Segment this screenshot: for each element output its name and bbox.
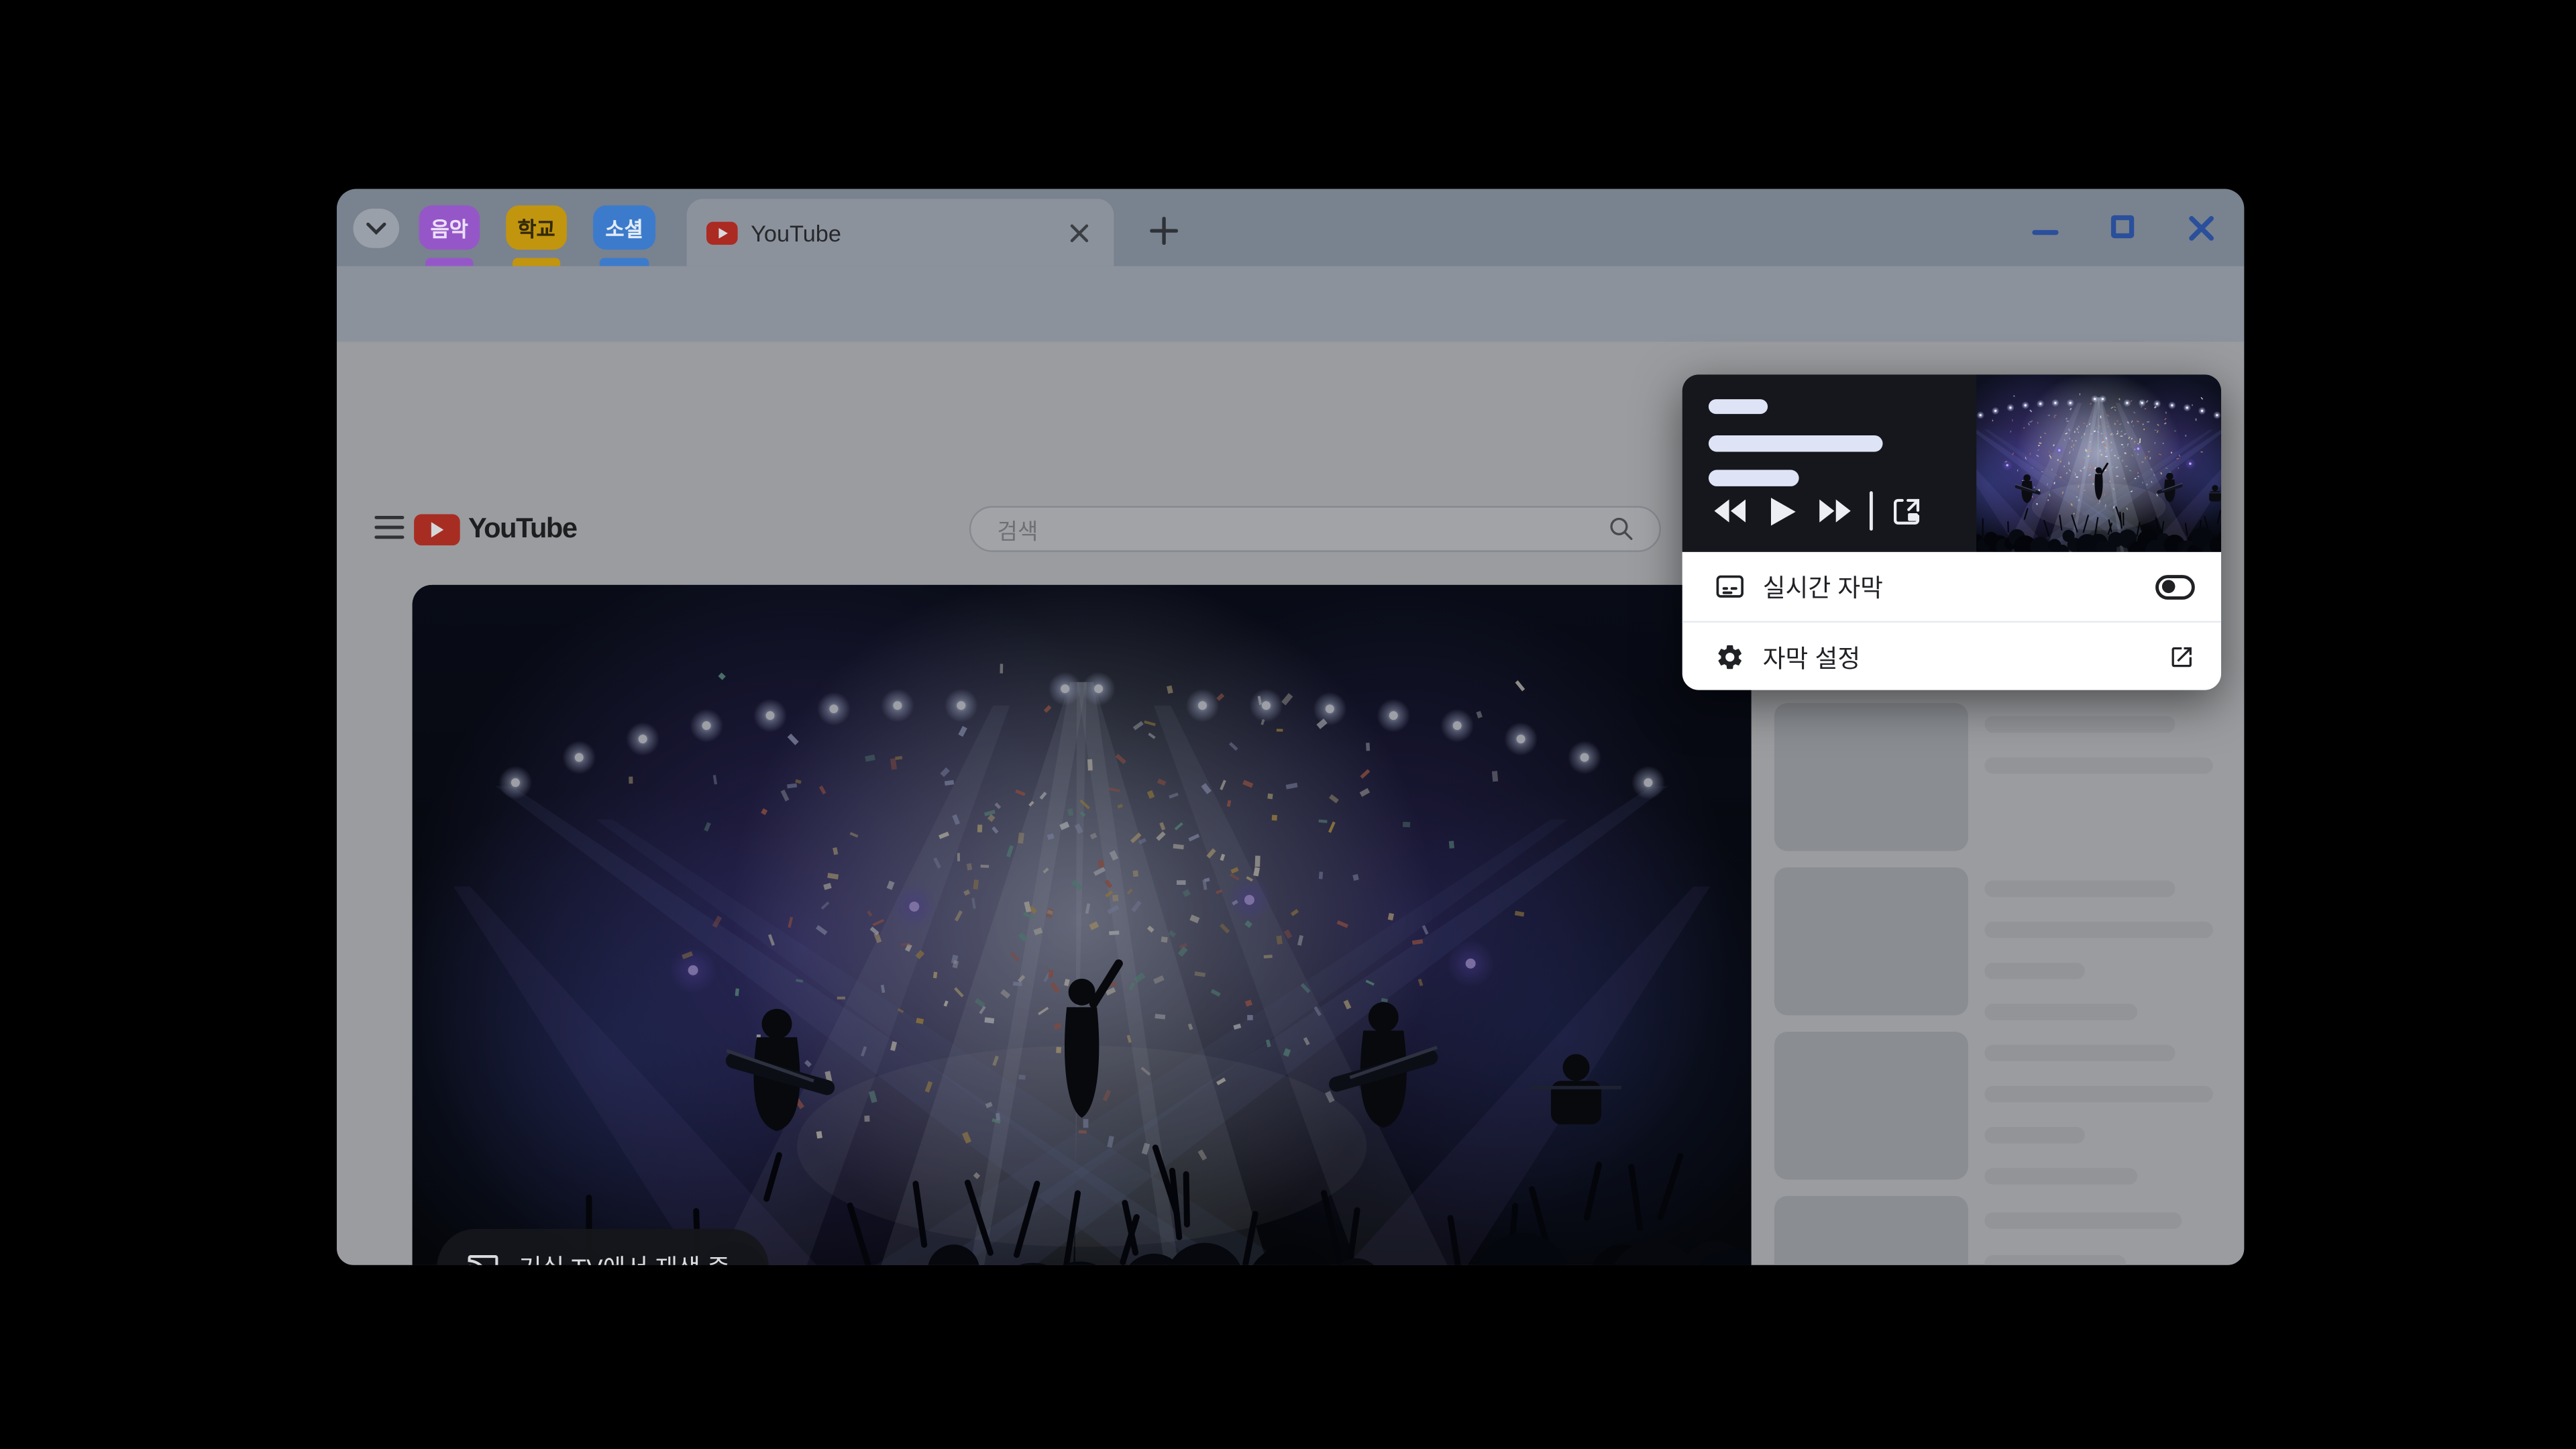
window-close-icon <box>2189 216 2214 241</box>
open-in-new-icon <box>2169 644 2195 670</box>
search-input[interactable]: 검색 <box>969 506 1661 552</box>
fast-forward-icon <box>1819 499 1851 523</box>
live-caption-label: 실시간 자막 <box>1762 574 1883 602</box>
play-icon <box>1770 496 1795 525</box>
closed-caption-icon <box>1715 572 1745 601</box>
dim-overlay <box>412 584 1752 1265</box>
window-minimize-button[interactable] <box>2032 229 2059 235</box>
tab-group-social[interactable]: 소셜 <box>593 205 656 250</box>
menu-button[interactable] <box>374 515 405 539</box>
tab-strip: 음악 학교 소셜 YouTube <box>337 189 2245 266</box>
youtube-wordmark: YouTube <box>468 513 578 544</box>
window-close-button[interactable] <box>2188 215 2214 241</box>
tab-group-school[interactable]: 학교 <box>506 205 567 250</box>
media-source-placeholder <box>1708 399 1768 415</box>
youtube-logo[interactable]: YouTube <box>414 513 578 545</box>
media-thumbnail <box>1976 374 2222 552</box>
next-track-button[interactable] <box>1814 490 1857 533</box>
live-caption-row[interactable]: 실시간 자막 <box>1682 552 2221 621</box>
live-caption-toggle[interactable] <box>2155 574 2195 599</box>
window-maximize-button[interactable] <box>2110 215 2135 239</box>
tab-title: YouTube <box>751 219 841 246</box>
tab-search-button[interactable] <box>353 209 400 248</box>
tab-close-button[interactable] <box>1065 217 1094 247</box>
tab-group-music[interactable]: 음악 <box>419 205 480 250</box>
tab-group-school-indicator <box>513 258 561 266</box>
concert-thumbnail-image <box>1976 374 2222 552</box>
cast-status-text: 거실 TV에서 재생 중 <box>519 1250 730 1265</box>
search-icon <box>1610 517 1633 540</box>
media-title-placeholder <box>1708 435 1883 452</box>
chevron-down-icon <box>366 222 386 235</box>
cast-status-chip[interactable]: 거실 TV에서 재생 중 <box>437 1228 769 1265</box>
tab-group-social-label: 소셜 <box>605 218 643 241</box>
media-session-card <box>1682 374 2222 552</box>
new-tab-button[interactable] <box>1143 210 1183 250</box>
browser-toolbar: youtube.com/watch/ <box>337 266 2245 415</box>
controls-divider <box>1869 491 1873 531</box>
play-button[interactable] <box>1761 490 1804 533</box>
tab-group-school-label: 학교 <box>517 218 555 241</box>
tab-group-music-indicator <box>425 258 474 266</box>
media-artist-placeholder <box>1708 470 1799 486</box>
youtube-logo-icon <box>414 513 460 545</box>
close-icon <box>1070 223 1089 241</box>
picture-in-picture-icon <box>1892 498 1919 524</box>
tab-group-music-label: 음악 <box>430 218 468 241</box>
media-controls-popup: 실시간 자막 자막 설정 <box>1682 374 2222 692</box>
gear-icon <box>1715 643 1745 672</box>
video-player[interactable]: 거실 TV에서 재생 중 <box>412 584 1752 1265</box>
previous-track-button[interactable] <box>1709 490 1752 533</box>
plus-icon <box>1149 216 1177 244</box>
browser-window: 음악 학교 소셜 YouTube YouTube 검색 실시간 자막 자막 설정 <box>337 189 2245 1265</box>
youtube-favicon-icon <box>706 221 738 244</box>
media-popup-menu: 실시간 자막 자막 설정 <box>1682 551 2222 692</box>
rewind-icon <box>1714 499 1746 523</box>
desktop: 음악 학교 소셜 YouTube YouTube 검색 실시간 자막 자막 설정 <box>0 0 2576 1449</box>
search-placeholder: 검색 <box>997 519 1038 544</box>
active-tab[interactable]: YouTube <box>686 199 1114 266</box>
caption-settings-row[interactable]: 자막 설정 <box>1682 623 2221 692</box>
caption-settings-label: 자막 설정 <box>1762 645 1861 673</box>
picture-in-picture-button[interactable] <box>1884 490 1927 533</box>
toggle-knob <box>2161 580 2175 594</box>
tab-group-social-indicator <box>599 258 649 266</box>
cast-icon <box>468 1255 498 1265</box>
